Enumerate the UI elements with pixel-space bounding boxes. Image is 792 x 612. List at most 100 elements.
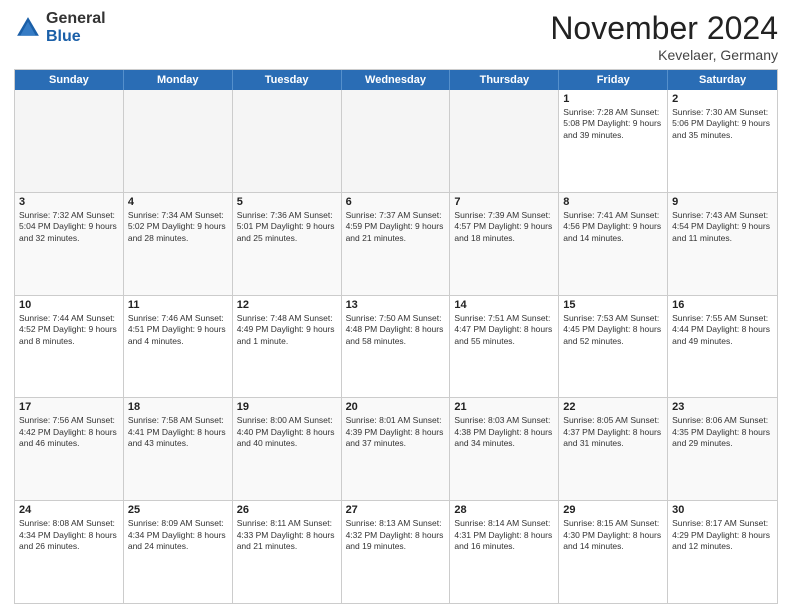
day-info: Sunrise: 7:36 AM Sunset: 5:01 PM Dayligh… <box>237 210 337 244</box>
day-number: 24 <box>19 504 119 516</box>
day-info: Sunrise: 7:44 AM Sunset: 4:52 PM Dayligh… <box>19 313 119 347</box>
day-number: 29 <box>563 504 663 516</box>
calendar-cell: 23 Sunrise: 8:06 AM Sunset: 4:35 PM Dayli… <box>668 398 777 500</box>
calendar-cell: 7 Sunrise: 7:39 AM Sunset: 4:57 PM Daylig… <box>450 193 559 295</box>
calendar-cell: 15Sunrise: 7:53 AM Sunset: 4:45 PM Dayli… <box>559 296 668 398</box>
calendar-cell <box>15 90 124 192</box>
day-number: 5 <box>237 196 337 208</box>
day-number: 3 <box>19 196 119 208</box>
day-info: Sunrise: 7:30 AM Sunset: 5:06 PM Dayligh… <box>672 107 773 141</box>
day-info: Sunrise: 8:05 AM Sunset: 4:37 PM Dayligh… <box>563 415 663 449</box>
day-number: 18 <box>128 401 228 413</box>
day-info: Sunrise: 7:51 AM Sunset: 4:47 PM Dayligh… <box>454 313 554 347</box>
calendar-cell: 24 Sunrise: 8:08 AM Sunset: 4:34 PM Dayli… <box>15 501 124 603</box>
title-block: November 2024 Kevelaer, Germany <box>550 10 778 63</box>
calendar-cell: 20 Sunrise: 8:01 AM Sunset: 4:39 PM Dayli… <box>342 398 451 500</box>
calendar-cell: 6 Sunrise: 7:37 AM Sunset: 4:59 PM Daylig… <box>342 193 451 295</box>
day-info: Sunrise: 8:01 AM Sunset: 4:39 PM Dayligh… <box>346 415 446 449</box>
day-number: 11 <box>128 299 228 311</box>
calendar-cell: 8Sunrise: 7:41 AM Sunset: 4:56 PM Daylig… <box>559 193 668 295</box>
day-info: Sunrise: 8:03 AM Sunset: 4:38 PM Dayligh… <box>454 415 554 449</box>
calendar-cell: 1Sunrise: 7:28 AM Sunset: 5:08 PM Daylig… <box>559 90 668 192</box>
logo-icon <box>14 14 42 42</box>
day-info: Sunrise: 7:28 AM Sunset: 5:08 PM Dayligh… <box>563 107 663 141</box>
day-info: Sunrise: 7:55 AM Sunset: 4:44 PM Dayligh… <box>672 313 773 347</box>
calendar-cell: 22 Sunrise: 8:05 AM Sunset: 4:37 PM Dayli… <box>559 398 668 500</box>
day-info: Sunrise: 8:06 AM Sunset: 4:35 PM Dayligh… <box>672 415 773 449</box>
calendar-cell: 26 Sunrise: 8:11 AM Sunset: 4:33 PM Dayli… <box>233 501 342 603</box>
day-number: 26 <box>237 504 337 516</box>
calendar-cell: 27 Sunrise: 8:13 AM Sunset: 4:32 PM Dayli… <box>342 501 451 603</box>
logo-blue: Blue <box>46 28 106 46</box>
day-info: Sunrise: 7:58 AM Sunset: 4:41 PM Dayligh… <box>128 415 228 449</box>
day-info: Sunrise: 8:14 AM Sunset: 4:31 PM Dayligh… <box>454 518 554 552</box>
day-number: 16 <box>672 299 773 311</box>
day-info: Sunrise: 8:17 AM Sunset: 4:29 PM Dayligh… <box>672 518 773 552</box>
day-info: Sunrise: 7:43 AM Sunset: 4:54 PM Dayligh… <box>672 210 773 244</box>
page: General Blue November 2024 Kevelaer, Ger… <box>0 0 792 612</box>
header-wednesday: Wednesday <box>342 70 451 90</box>
calendar-cell: 25 Sunrise: 8:09 AM Sunset: 4:34 PM Dayli… <box>124 501 233 603</box>
day-info: Sunrise: 7:48 AM Sunset: 4:49 PM Dayligh… <box>237 313 337 347</box>
calendar-cell: 21 Sunrise: 8:03 AM Sunset: 4:38 PM Dayli… <box>450 398 559 500</box>
day-number: 12 <box>237 299 337 311</box>
calendar-cell: 16 Sunrise: 7:55 AM Sunset: 4:44 PM Dayli… <box>668 296 777 398</box>
day-number: 27 <box>346 504 446 516</box>
day-number: 30 <box>672 504 773 516</box>
calendar-cell <box>124 90 233 192</box>
header-thursday: Thursday <box>450 70 559 90</box>
calendar-cell <box>233 90 342 192</box>
logo: General Blue <box>14 10 106 45</box>
calendar-cell: 2 Sunrise: 7:30 AM Sunset: 5:06 PM Daylig… <box>668 90 777 192</box>
header-tuesday: Tuesday <box>233 70 342 90</box>
day-number: 6 <box>346 196 446 208</box>
calendar-cell: 28Sunrise: 8:14 AM Sunset: 4:31 PM Dayli… <box>450 501 559 603</box>
day-info: Sunrise: 7:50 AM Sunset: 4:48 PM Dayligh… <box>346 313 446 347</box>
calendar-cell: 19Sunrise: 8:00 AM Sunset: 4:40 PM Dayli… <box>233 398 342 500</box>
calendar-row-5: 24 Sunrise: 8:08 AM Sunset: 4:34 PM Dayli… <box>15 500 777 603</box>
day-info: Sunrise: 8:11 AM Sunset: 4:33 PM Dayligh… <box>237 518 337 552</box>
header-saturday: Saturday <box>668 70 777 90</box>
day-info: Sunrise: 7:39 AM Sunset: 4:57 PM Dayligh… <box>454 210 554 244</box>
day-number: 7 <box>454 196 554 208</box>
day-info: Sunrise: 8:00 AM Sunset: 4:40 PM Dayligh… <box>237 415 337 449</box>
calendar-cell <box>342 90 451 192</box>
day-number: 23 <box>672 401 773 413</box>
calendar-cell: 30 Sunrise: 8:17 AM Sunset: 4:29 PM Dayli… <box>668 501 777 603</box>
day-info: Sunrise: 8:15 AM Sunset: 4:30 PM Dayligh… <box>563 518 663 552</box>
calendar-cell: 12 Sunrise: 7:48 AM Sunset: 4:49 PM Dayli… <box>233 296 342 398</box>
calendar-row-1: 1Sunrise: 7:28 AM Sunset: 5:08 PM Daylig… <box>15 90 777 192</box>
day-number: 9 <box>672 196 773 208</box>
day-number: 21 <box>454 401 554 413</box>
day-info: Sunrise: 8:13 AM Sunset: 4:32 PM Dayligh… <box>346 518 446 552</box>
day-info: Sunrise: 7:41 AM Sunset: 4:56 PM Dayligh… <box>563 210 663 244</box>
calendar-cell: 11Sunrise: 7:46 AM Sunset: 4:51 PM Dayli… <box>124 296 233 398</box>
day-number: 17 <box>19 401 119 413</box>
day-info: Sunrise: 7:37 AM Sunset: 4:59 PM Dayligh… <box>346 210 446 244</box>
day-number: 25 <box>128 504 228 516</box>
day-info: Sunrise: 7:53 AM Sunset: 4:45 PM Dayligh… <box>563 313 663 347</box>
day-info: Sunrise: 8:08 AM Sunset: 4:34 PM Dayligh… <box>19 518 119 552</box>
header: General Blue November 2024 Kevelaer, Ger… <box>14 10 778 63</box>
logo-general: General <box>46 10 106 28</box>
calendar-cell: 29 Sunrise: 8:15 AM Sunset: 4:30 PM Dayli… <box>559 501 668 603</box>
calendar-row-3: 10 Sunrise: 7:44 AM Sunset: 4:52 PM Dayli… <box>15 295 777 398</box>
header-sunday: Sunday <box>15 70 124 90</box>
day-number: 14 <box>454 299 554 311</box>
header-friday: Friday <box>559 70 668 90</box>
day-info: Sunrise: 8:09 AM Sunset: 4:34 PM Dayligh… <box>128 518 228 552</box>
calendar-row-4: 17Sunrise: 7:56 AM Sunset: 4:42 PM Dayli… <box>15 397 777 500</box>
day-number: 20 <box>346 401 446 413</box>
day-number: 4 <box>128 196 228 208</box>
calendar-cell: 9 Sunrise: 7:43 AM Sunset: 4:54 PM Daylig… <box>668 193 777 295</box>
day-number: 10 <box>19 299 119 311</box>
day-number: 2 <box>672 93 773 105</box>
day-info: Sunrise: 7:34 AM Sunset: 5:02 PM Dayligh… <box>128 210 228 244</box>
calendar-body: 1Sunrise: 7:28 AM Sunset: 5:08 PM Daylig… <box>15 90 777 603</box>
calendar-cell: 5 Sunrise: 7:36 AM Sunset: 5:01 PM Daylig… <box>233 193 342 295</box>
day-number: 22 <box>563 401 663 413</box>
location: Kevelaer, Germany <box>550 47 778 63</box>
header-monday: Monday <box>124 70 233 90</box>
calendar-cell: 10 Sunrise: 7:44 AM Sunset: 4:52 PM Dayli… <box>15 296 124 398</box>
month-title: November 2024 <box>550 10 778 47</box>
